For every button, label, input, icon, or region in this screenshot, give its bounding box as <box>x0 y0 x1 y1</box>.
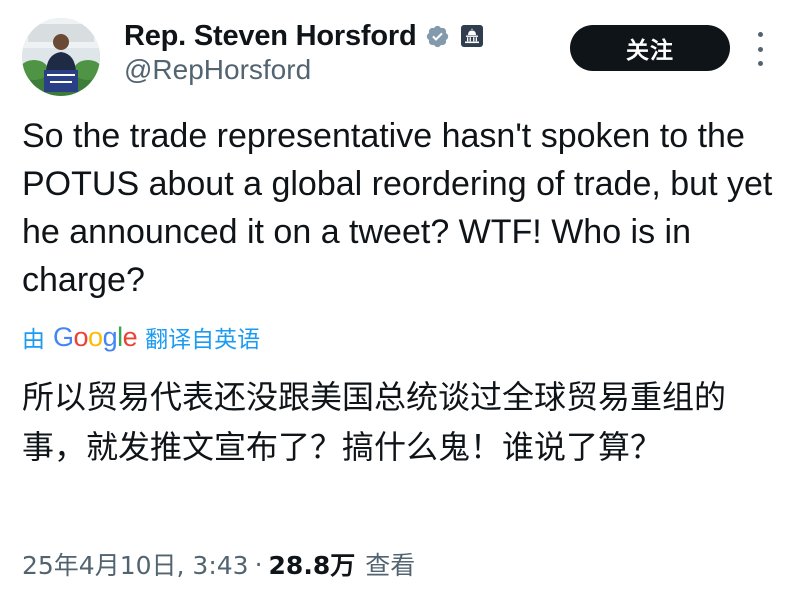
author-handle[interactable]: @RepHorsford <box>124 54 311 86</box>
tweet-text: So the trade representative hasn't spoke… <box>22 117 773 299</box>
follow-button[interactable]: 关注 <box>570 25 730 71</box>
tweet-timestamp[interactable]: 25年4月10日, 3:43 <box>22 546 249 582</box>
author-display-name[interactable]: Rep. Steven Horsford <box>124 20 417 53</box>
translated-from-label[interactable]: 翻译自英语 <box>145 320 260 354</box>
verified-badge-icon[interactable] <box>425 24 450 49</box>
meta-separator: · <box>254 549 263 579</box>
capitol-building-icon <box>460 24 484 48</box>
translated-by-label: 由 <box>22 327 45 353</box>
tweet-meta: 25年4月10日, 3:43 · 28.8万 查看 <box>22 546 415 582</box>
avatar[interactable] <box>22 18 100 96</box>
translated-tweet-text: 所以贸易代表还没跟美国总统谈过全球贸易重组的事，就发推文宣布了？搞什么鬼！谁说了… <box>22 378 727 466</box>
author-name-row: Rep. Steven Horsford <box>124 16 484 56</box>
translate-post-link[interactable]: 由 Google 翻译自英语 <box>22 320 260 354</box>
views-label: 查看 <box>365 551 416 580</box>
google-logo: Google <box>53 321 138 352</box>
views-count[interactable]: 28.8万 <box>269 546 356 582</box>
more-options-icon[interactable] <box>752 32 768 66</box>
